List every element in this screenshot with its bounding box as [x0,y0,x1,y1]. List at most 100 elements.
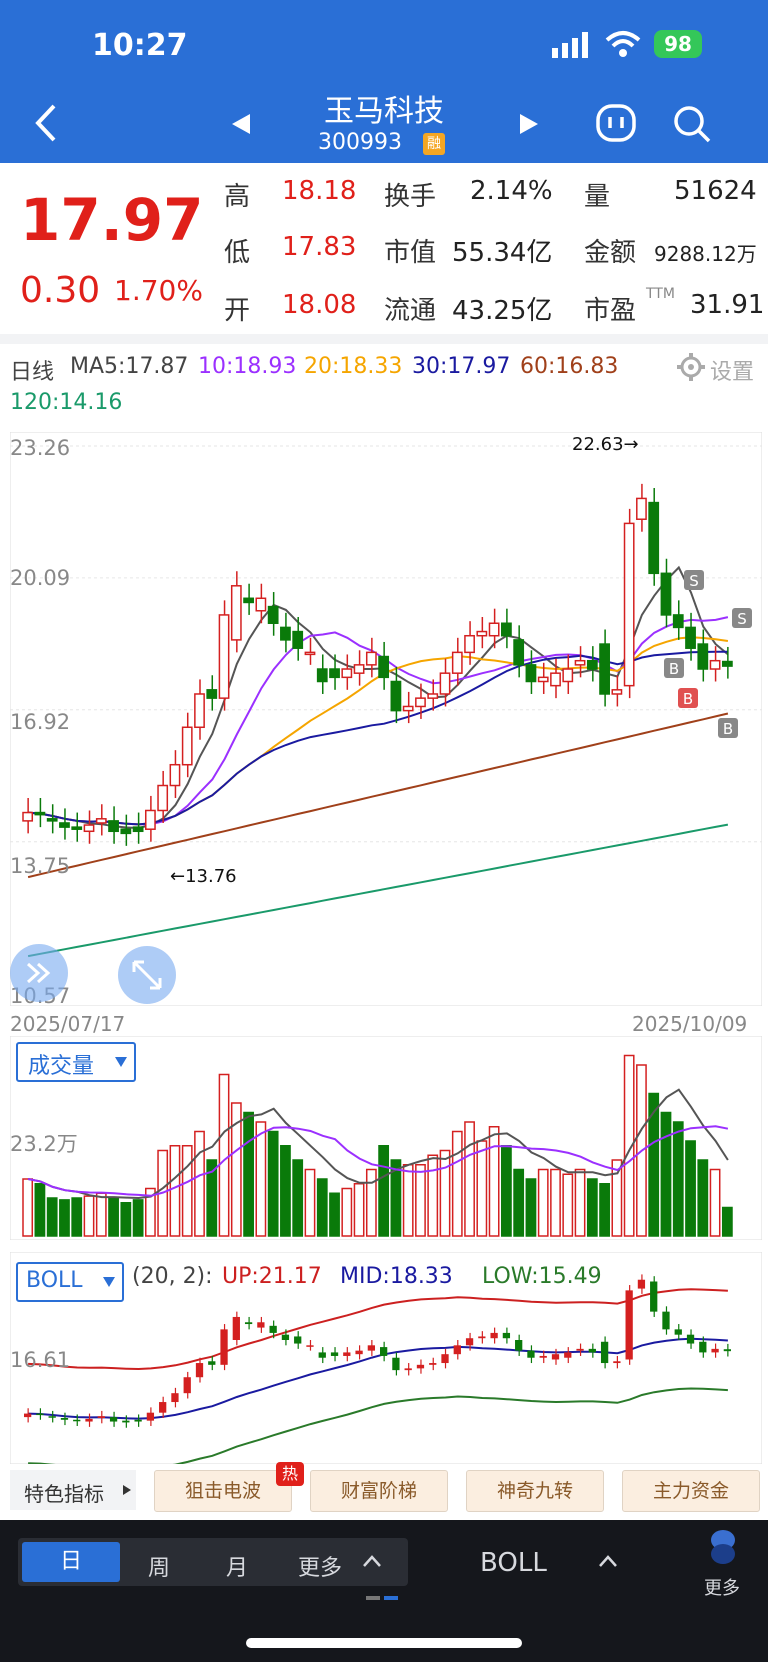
volume-bar [439,1149,451,1237]
page-dot [366,1596,380,1600]
price-change: 0.30 [20,270,101,311]
wifi-icon [605,31,641,57]
volume-bar [402,1164,414,1237]
candle-body [71,826,83,830]
app-header: 10:27 98 玉马科技 300993 融 [0,0,768,163]
boll-candle-body [159,1402,167,1413]
boll-selector-label: BOLL [26,1268,83,1293]
candle-body [439,672,451,695]
indicator-switch[interactable]: BOLL [480,1548,547,1578]
boll-candle-body [539,1355,547,1358]
volume-bar [108,1197,119,1237]
volume-bar [525,1178,537,1237]
boll-candle-body [613,1361,621,1364]
boll-y-label: 16.61 [10,1348,71,1372]
period-month[interactable]: 月 [202,1550,272,1582]
volume-bar [83,1195,95,1237]
tab-magic-nine[interactable]: 神奇九转 [466,1470,604,1512]
boll-candle-body [318,1352,326,1358]
volume-bar [451,1130,463,1237]
candle-body [280,626,291,641]
value-pe: 31.91 [690,290,765,320]
boll-candle-body [330,1352,339,1356]
candle-body [59,822,70,828]
boll-candle-body [208,1361,216,1365]
settings-label[interactable]: 设置 [710,354,754,386]
ma30-value: 30:17.97 [412,354,511,379]
candle-body [709,659,721,670]
chat-icon[interactable] [596,104,636,144]
candle-body [108,820,119,833]
boll-candle-body [257,1322,265,1328]
boll-candle-body [429,1363,437,1365]
tab-wealth-ladder[interactable]: 财富阶梯 [310,1470,448,1512]
ma5-value: MA5:17.87 [70,354,189,379]
gear-icon[interactable] [676,352,706,382]
ma10-value: 10:18.93 [198,354,297,379]
dropdown-icon [103,1277,115,1287]
candle-body [120,828,132,835]
volume-bar [267,1130,279,1237]
tab-sniper-wave[interactable]: 狙击电波 [154,1470,292,1512]
candle-body [672,614,684,629]
label-market-cap: 市值 [384,238,437,268]
boll-candle-body [465,1338,474,1346]
boll-candle-body [441,1354,449,1364]
date-end: 2025/10/09 [632,1012,748,1036]
label-high: 高 [224,182,251,212]
signal-marker-text: S [737,610,747,628]
battery-indicator: 98 [654,30,702,58]
volume-bar [304,1168,316,1237]
more-label[interactable]: 更多 [704,1574,740,1600]
feature-indicators-button[interactable]: 特色指标 [10,1470,136,1510]
more-icon[interactable] [708,1528,738,1568]
boll-candle-body [490,1332,498,1339]
margin-badge: 融 [423,133,445,155]
bottom-toolbar: 日 周 月 更多 BOLL 更多 [0,1520,768,1662]
date-start: 2025/07/17 [10,1012,126,1036]
expand-button[interactable] [118,946,176,1004]
candle-body [451,651,463,674]
tab-main-funds[interactable]: 主力资金 [622,1470,760,1512]
value-volume: 51624 [674,176,757,206]
volume-bar [132,1199,144,1237]
stock-code: 300993 [318,130,402,155]
divider [0,334,768,344]
fast-forward-button[interactable] [10,944,68,1002]
boll-candle-body [220,1329,228,1365]
kline-chart[interactable]: SSBBB [10,432,762,1006]
label-open: 开 [224,296,251,326]
candle-body [95,818,107,824]
y-tick-label: 23.26 [10,436,71,460]
boll-candle-body [195,1363,204,1378]
volume-bar [341,1187,353,1237]
candle-body [46,818,58,822]
volume-bar [120,1202,132,1237]
boll-candle-body [244,1322,253,1325]
boll-candle-body [109,1417,118,1422]
candle-body [34,811,46,816]
volume-bar [709,1168,721,1237]
candle-body [623,522,635,687]
dropdown-icon [115,1057,127,1067]
volume-bar [71,1197,83,1237]
signal-marker-text: B [683,690,693,708]
boll-candle-body [527,1350,535,1358]
boll-candle-body [564,1352,572,1358]
chevron-up-icon[interactable] [598,1554,618,1568]
label-volume: 量 [584,182,611,212]
period-week[interactable]: 周 [124,1550,194,1582]
volume-bar [415,1164,426,1237]
boll-selector[interactable]: BOLL [16,1262,124,1302]
volume-selector[interactable]: 成交量 [16,1042,136,1082]
period-more[interactable]: 更多 [298,1550,342,1582]
volume-bar [427,1154,439,1237]
candle-body [267,605,279,624]
next-stock-icon[interactable] [518,112,540,136]
boll-candle-body [183,1377,191,1394]
price-change-pct: 1.70% [114,274,203,307]
boll-candle-body [515,1340,523,1351]
value-turnover: 2.14% [470,176,553,206]
search-icon[interactable] [672,104,712,144]
period-day[interactable]: 日 [22,1542,120,1582]
